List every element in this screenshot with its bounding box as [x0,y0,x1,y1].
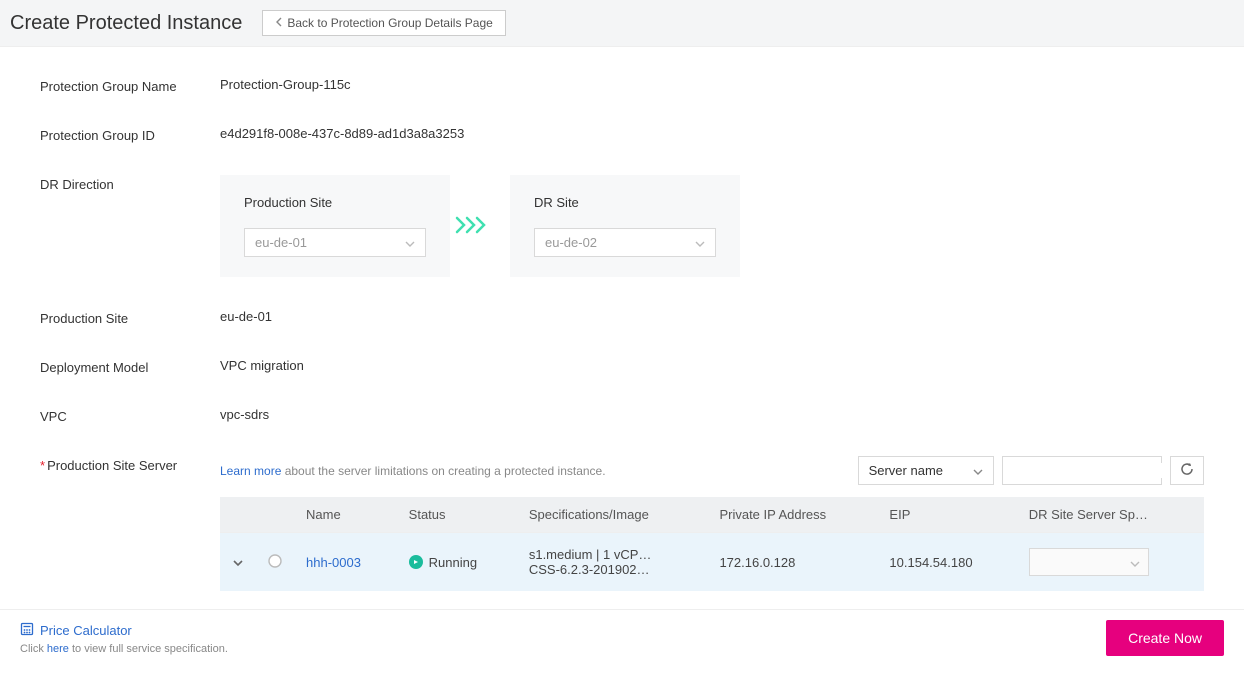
col-dr-spec: DR Site Server Sp… [1017,497,1204,533]
col-status: Status [397,497,517,533]
row-radio[interactable] [268,556,282,571]
chevron-down-icon [1130,555,1140,570]
cell-ip: 172.16.0.128 [707,533,877,592]
dr-direction-box: Production Site eu-de-01 [220,175,1204,277]
spec-line-2: CSS-6.2.3-201902… [529,562,669,577]
status-text: Running [429,555,477,570]
cell-eip: 10.154.54.180 [877,533,1016,592]
expand-toggle[interactable] [232,555,244,570]
refresh-button[interactable] [1170,456,1204,485]
production-site-select-value: eu-de-01 [255,235,307,250]
dr-spec-select[interactable] [1029,548,1149,576]
production-site-card: Production Site eu-de-01 [220,175,450,277]
col-spec: Specifications/Image [517,497,708,533]
chevron-down-icon [405,235,415,250]
col-ip: Private IP Address [707,497,877,533]
footer-here-link[interactable]: here [47,643,69,655]
chevron-down-icon [973,463,983,478]
label-prod-site-server: *Production Site Server [40,456,220,473]
dr-site-select-value: eu-de-02 [545,235,597,250]
value-deployment-model: VPC migration [220,358,1204,373]
search-input[interactable] [1011,463,1187,478]
filter-select-value: Server name [869,463,943,478]
production-site-card-title: Production Site [244,195,426,210]
label-vpc: VPC [40,407,220,424]
label-dr-direction: DR Direction [40,175,220,192]
server-table: Name Status Specifications/Image Private… [220,497,1204,591]
table-row[interactable]: hhh-0003 Running s1.medium | [220,533,1204,592]
filter-select[interactable]: Server name [858,456,994,485]
back-button[interactable]: Back to Protection Group Details Page [262,10,505,36]
dr-site-card-title: DR Site [534,195,716,210]
price-calculator-link[interactable]: Price Calculator [20,622,132,639]
footer-note: Click here to view full service specific… [20,643,228,655]
server-name-link[interactable]: hhh-0003 [306,555,361,570]
chevron-left-icon [275,16,283,30]
spec-line-1: s1.medium | 1 vCP… [529,547,669,562]
label-deployment-model: Deployment Model [40,358,220,375]
dr-site-card: DR Site eu-de-02 [510,175,740,277]
value-production-site: eu-de-01 [220,309,1204,324]
back-button-label: Back to Protection Group Details Page [287,16,492,30]
value-group-id: e4d291f8-008e-437c-8d89-ad1d3a8a3253 [220,126,1204,141]
label-production-site: Production Site [40,309,220,326]
create-now-button[interactable]: Create Now [1106,620,1224,656]
chevron-down-icon [695,235,705,250]
arrow-flow-icon [450,215,510,238]
label-group-name: Protection Group Name [40,77,220,94]
learn-more-text: Learn more about the server limitations … [220,464,606,478]
page-title: Create Protected Instance [10,12,242,35]
calculator-icon [20,622,34,639]
status-running-icon [409,555,423,569]
label-group-id: Protection Group ID [40,126,220,143]
required-star-icon: * [40,458,45,473]
value-vpc: vpc-sdrs [220,407,1204,422]
dr-site-select[interactable]: eu-de-02 [534,228,716,257]
refresh-icon [1179,461,1195,480]
production-site-select[interactable]: eu-de-01 [244,228,426,257]
col-name: Name [294,497,397,533]
learn-more-link[interactable]: Learn more [220,464,281,478]
value-group-name: Protection-Group-115c [220,77,1204,92]
col-eip: EIP [877,497,1016,533]
